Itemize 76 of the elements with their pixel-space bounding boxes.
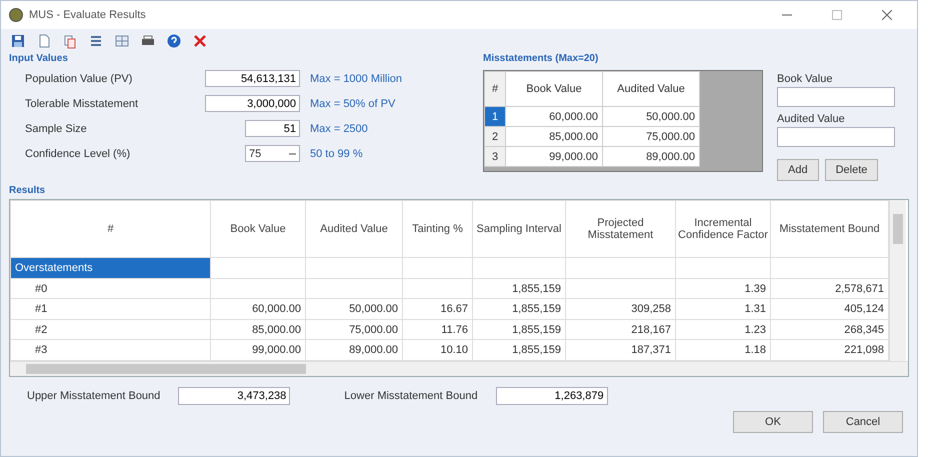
vertical-scrollbar[interactable] (889, 200, 906, 361)
dialog-button[interactable]: OK (733, 411, 813, 433)
table-cell: 60,000.00 (506, 106, 602, 126)
row-label[interactable]: #1 (10, 298, 210, 320)
column-header: Misstatement Bound (770, 200, 888, 258)
column-header: Book Value (506, 72, 602, 106)
column-header: Tainting % (402, 200, 472, 258)
action-button[interactable]: Add (777, 159, 819, 181)
table-cell: 1,855,159 (472, 319, 566, 340)
column-header: Book Value (210, 200, 306, 258)
column-header: Audited Value (306, 200, 402, 258)
range-hint: Max = 2500 (310, 122, 368, 134)
table-cell: 89,000.00 (602, 146, 700, 166)
table-cell: 405,124 (770, 298, 888, 320)
section-title: Results (9, 185, 46, 196)
app-icon (9, 8, 23, 22)
empty-cell (402, 258, 472, 278)
field-label: Upper Misstatement Bound (27, 390, 160, 402)
table-cell: 1,855,159 (472, 298, 566, 320)
table-cell: 16.67 (402, 298, 472, 320)
table-cell: 218,167 (566, 319, 676, 340)
field-label: Population Value (PV) (24, 72, 134, 84)
table-cell: 1.23 (676, 319, 770, 340)
row-label[interactable]: Overstatements (10, 258, 210, 278)
field-label: Audited Value (777, 113, 846, 125)
field-label: Sample Size (24, 122, 88, 134)
field-label: Lower Misstatement Bound (344, 390, 478, 402)
table-cell: 75,000.00 (602, 126, 700, 146)
table-cell: 1.31 (676, 298, 770, 320)
table-cell: 75,000.00 (306, 319, 402, 340)
action-button[interactable]: Delete (824, 159, 878, 181)
window-title: MUS - Evaluate Results (29, 9, 147, 21)
table-cell: 50,000.00 (602, 106, 700, 126)
field-label: Tolerable Misstatement (24, 98, 140, 110)
section-title: Misstatements (Max=20) (483, 53, 600, 64)
table-cell: 50,000.00 (306, 298, 402, 320)
column-header: # (484, 72, 506, 106)
input-field[interactable]: 54,613,131 (205, 70, 300, 87)
range-hint: 50 to 99 % (310, 148, 363, 160)
help-icon[interactable] (165, 32, 183, 50)
field-label: Book Value (777, 73, 834, 85)
input-field[interactable]: 51 (245, 120, 300, 137)
range-hint: Max = 50% of PV (310, 98, 396, 110)
save-icon[interactable] (9, 32, 27, 50)
column-header: Projected Misstatement (566, 200, 676, 258)
empty-cell (402, 278, 472, 299)
table-cell: 1,855,159 (472, 278, 566, 299)
row-header[interactable]: 1 (484, 106, 506, 126)
table-cell: 2,578,671 (770, 278, 888, 299)
output-field[interactable]: 3,473,238 (178, 387, 290, 405)
input-field[interactable] (777, 127, 895, 147)
input-field[interactable] (777, 87, 895, 107)
column-header: Audited Value (602, 72, 700, 106)
column-header: Sampling Interval (472, 200, 566, 258)
table-cell: 268,345 (770, 319, 888, 340)
output-field[interactable]: 1,263,879 (496, 387, 608, 405)
dialog-button[interactable]: Cancel (823, 411, 903, 433)
table-cell: 60,000.00 (210, 298, 306, 320)
row-label[interactable]: #2 (10, 319, 210, 340)
section-title: Input Values (9, 53, 69, 64)
row-header[interactable]: 3 (484, 146, 506, 166)
field-label: Confidence Level (%) (24, 148, 132, 160)
column-header: # (10, 200, 210, 258)
range-hint: Max = 1000 Million (310, 72, 402, 84)
row-label[interactable]: #0 (10, 278, 210, 299)
horizontal-scrollbar[interactable] (10, 361, 908, 376)
column-header: Incremental Confidence Factor (676, 200, 770, 258)
row-header[interactable]: 2 (484, 126, 506, 146)
confidence-dropdown[interactable]: 75 (245, 145, 300, 162)
table-cell: 309,258 (566, 298, 676, 320)
table-cell: 11.76 (402, 319, 472, 340)
table-cell: 85,000.00 (506, 126, 602, 146)
input-field[interactable]: 3,000,000 (205, 95, 300, 112)
table-cell: 99,000.00 (506, 146, 602, 166)
table-cell: 1.39 (676, 278, 770, 299)
table-cell: 85,000.00 (210, 319, 306, 340)
